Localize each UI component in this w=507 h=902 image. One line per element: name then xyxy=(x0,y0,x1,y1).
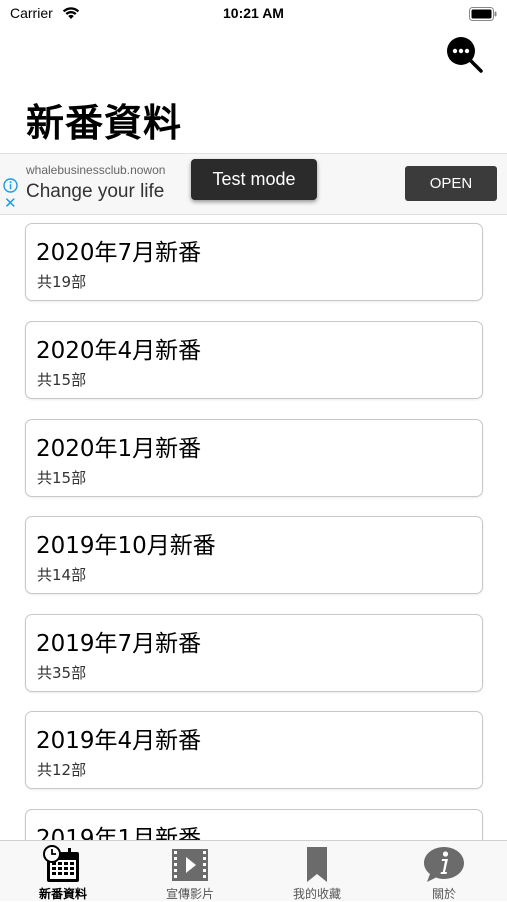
season-name: 2019年4月新番 xyxy=(36,728,202,754)
season-list[interactable]: 2020年7月新番 共19部 2020年4月新番 共15部 2020年1月新番 … xyxy=(0,214,507,840)
season-card[interactable]: 2019年7月新番 共35部 xyxy=(25,614,483,692)
tab-label: 宣傳影片 xyxy=(165,887,214,901)
season-card[interactable]: 2019年10月新番 共14部 xyxy=(25,516,483,594)
season-count: 共14部 xyxy=(37,566,87,584)
season-count: 共15部 xyxy=(37,469,87,487)
close-icon[interactable]: ✕ xyxy=(4,196,17,211)
bookmark-icon xyxy=(254,844,380,884)
season-count: 共15部 xyxy=(37,371,87,389)
season-name: 2019年7月新番 xyxy=(36,631,202,657)
search-button[interactable] xyxy=(444,34,484,74)
season-card[interactable]: 2020年1月新番 共15部 xyxy=(25,419,483,497)
status-bar: Carrier 10:21 AM xyxy=(0,0,507,28)
season-name: 2019年10月新番 xyxy=(36,533,216,559)
ad-url: whalebusinessclub.nowon xyxy=(26,163,166,177)
page-title: 新番資料 xyxy=(26,101,183,145)
status-time: 10:21 AM xyxy=(223,5,284,21)
video-film-icon xyxy=(127,844,253,884)
tab-bar: 新番資料 宣傳影片 我的收藏 關於 xyxy=(0,840,507,901)
info-bubble-icon xyxy=(381,844,507,884)
season-name: 2019年1月新番 xyxy=(36,826,202,840)
tab-label: 我的收藏 xyxy=(292,887,341,901)
test-mode-badge: Test mode xyxy=(191,159,317,200)
season-name: 2020年1月新番 xyxy=(36,436,202,462)
season-card[interactable]: 2020年4月新番 共15部 xyxy=(25,321,483,399)
tab-label: 關於 xyxy=(431,887,456,901)
ad-banner[interactable]: ✕ whalebusinessclub.nowon Change your li… xyxy=(0,153,507,215)
season-count: 共12部 xyxy=(37,761,87,779)
season-card[interactable]: 2019年4月新番 共12部 xyxy=(25,711,483,789)
battery-icon xyxy=(469,6,497,25)
tab-label: 新番資料 xyxy=(38,887,87,901)
search-more-icon xyxy=(447,37,483,73)
tab-promo-videos[interactable]: 宣傳影片 xyxy=(127,841,253,901)
tab-new-season[interactable]: 新番資料 xyxy=(0,841,126,901)
ad-open-button[interactable]: OPEN xyxy=(405,166,497,201)
tab-about[interactable]: 關於 xyxy=(381,841,507,901)
ad-headline: Change your life xyxy=(26,181,165,202)
season-count: 共19部 xyxy=(37,273,87,291)
tab-favorites[interactable]: 我的收藏 xyxy=(254,841,380,901)
season-name: 2020年4月新番 xyxy=(36,338,202,364)
season-name: 2020年7月新番 xyxy=(36,240,202,266)
season-card[interactable]: 2019年1月新番 xyxy=(25,809,483,840)
season-count: 共35部 xyxy=(37,664,87,682)
season-card[interactable]: 2020年7月新番 共19部 xyxy=(25,223,483,301)
calendar-clock-icon xyxy=(0,844,126,884)
